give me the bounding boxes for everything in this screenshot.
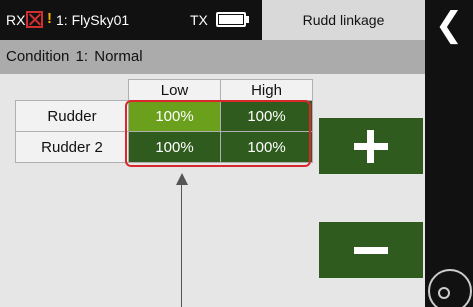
- pointer-arrow-line: [181, 182, 182, 307]
- condition-bar: Condition 1: Normal: [0, 40, 425, 74]
- decrease-button[interactable]: [319, 222, 423, 278]
- rudder-high-value[interactable]: 100%: [220, 100, 313, 132]
- rudder-2-high-value[interactable]: 100%: [220, 131, 313, 163]
- table-header-row: Low High: [16, 79, 313, 101]
- chevron-left-icon: ❮: [434, 6, 464, 44]
- rx-signal-lost-icon: [26, 11, 43, 28]
- rx-label: RX: [6, 12, 26, 28]
- condition-label: Condition 1:: [6, 48, 89, 65]
- back-button[interactable]: ❮: [425, 5, 473, 45]
- battery-level: [219, 15, 243, 24]
- tx-label: TX: [190, 12, 208, 28]
- table-row: Rudder 2 100% 100%: [15, 131, 313, 163]
- right-nav-column: ❮: [425, 0, 473, 307]
- model-name: 1: FlySky01: [56, 12, 130, 28]
- pointer-arrow-head-icon: [176, 173, 188, 185]
- status-bar: RX ! 1: FlySky01 TX Rudd linkage: [0, 0, 425, 40]
- rudder-2-low-value[interactable]: 100%: [128, 131, 221, 163]
- condition-value: Normal: [94, 48, 143, 65]
- minus-icon: [354, 247, 388, 254]
- row-label-rudder-2: Rudder 2: [15, 131, 129, 163]
- row-label-rudder: Rudder: [15, 100, 129, 132]
- linkage-table: Low High Rudder 100% 100% Rudder 2 100% …: [15, 79, 313, 163]
- menu-title: Rudd linkage: [262, 0, 425, 40]
- tx-battery-icon: [216, 12, 246, 27]
- table-corner: [16, 80, 129, 101]
- plus-icon-vertical: [367, 130, 374, 163]
- rudder-low-value[interactable]: 100%: [128, 100, 221, 132]
- table-row: Rudder 100% 100%: [15, 100, 313, 132]
- roll-icon[interactable]: [428, 269, 472, 307]
- increase-button[interactable]: [319, 118, 423, 174]
- column-header-high: High: [220, 79, 313, 101]
- warning-icon: !: [47, 10, 52, 27]
- column-header-low: Low: [128, 79, 221, 101]
- battery-tip: [246, 16, 249, 23]
